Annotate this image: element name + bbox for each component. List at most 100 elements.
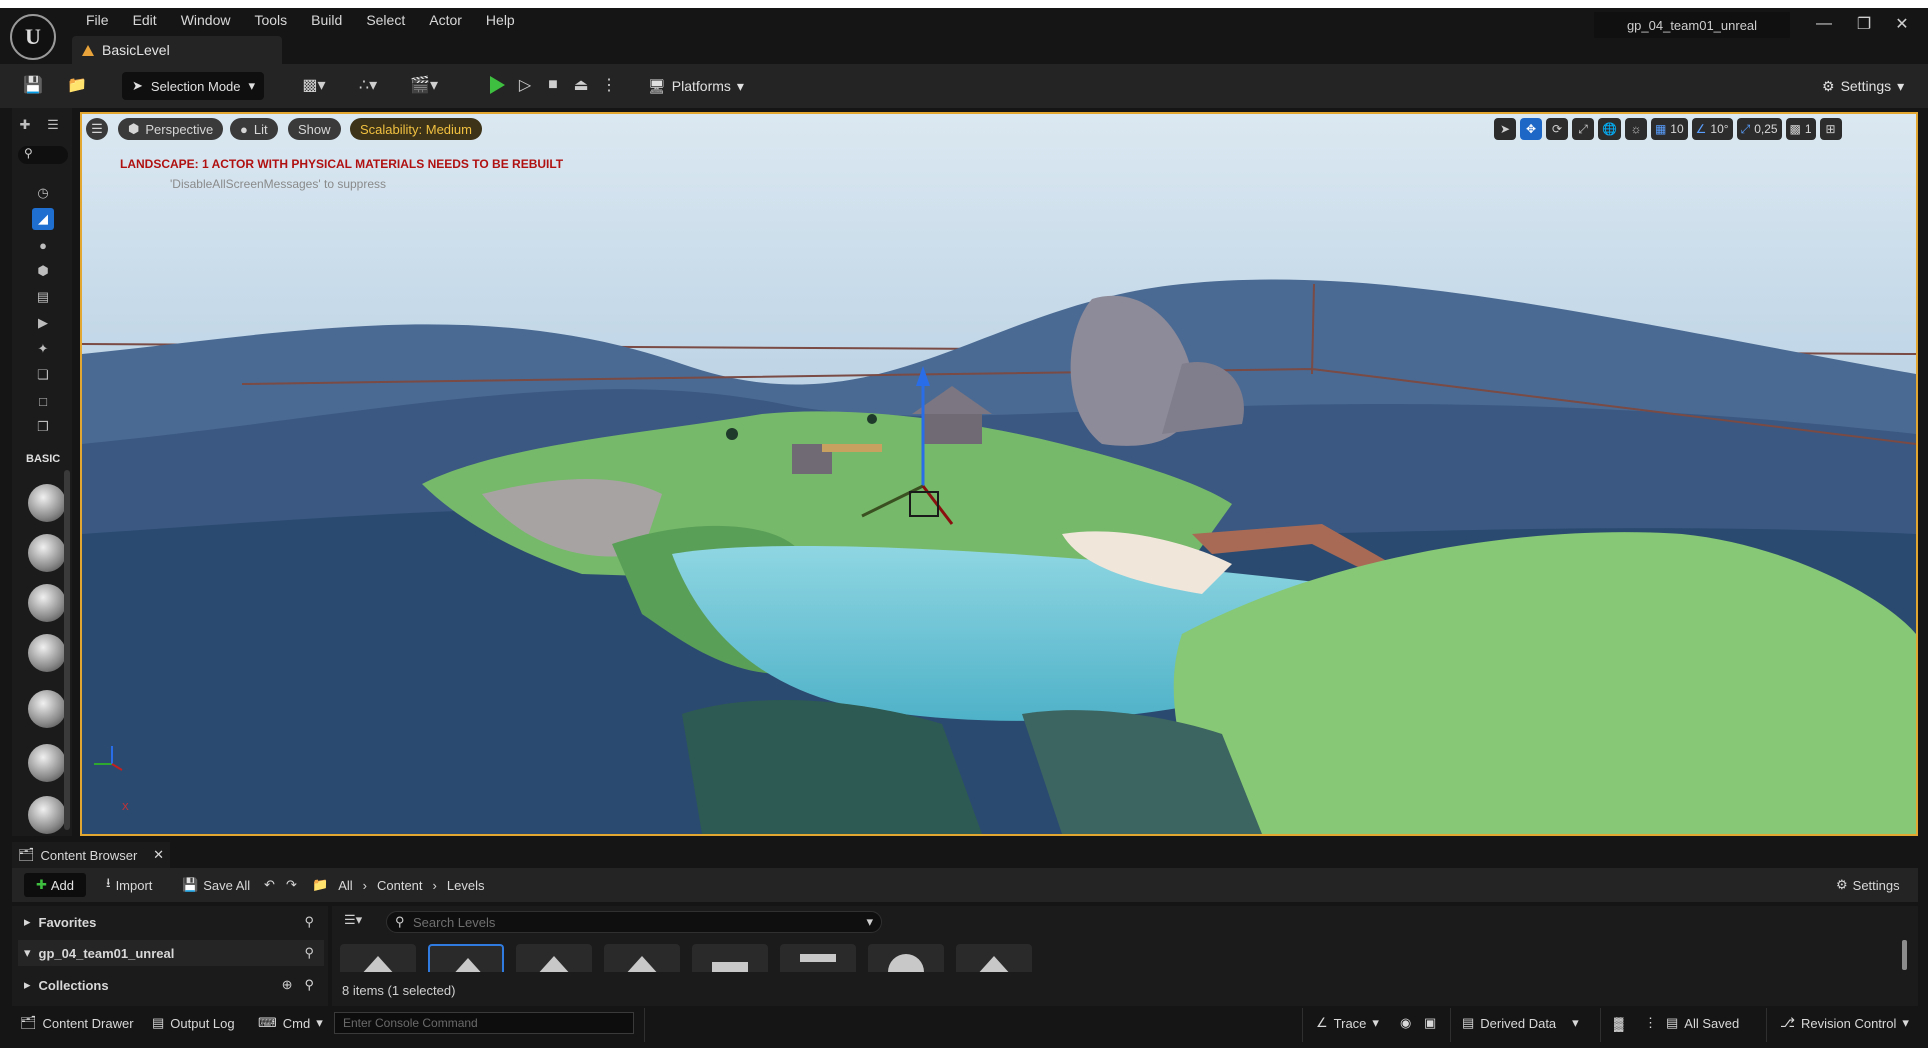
cb-settings-button[interactable]: ⚙ Settings (1836, 874, 1900, 896)
perspective-button[interactable]: ⬢ Perspective (118, 118, 224, 140)
lights-icon[interactable]: ● (32, 234, 54, 256)
breadcrumb-levels[interactable]: Levels (447, 878, 485, 893)
derived-data-dropdown[interactable]: ▤ Derived Data ▾ (1462, 1012, 1579, 1034)
cmd-dropdown[interactable]: ⌨ Cmd ▾ (258, 1012, 323, 1034)
visual-effects-icon[interactable]: ▶ (32, 312, 54, 334)
cube-icon[interactable] (28, 744, 66, 782)
world-space-icon[interactable]: 🌐 (1598, 118, 1621, 140)
screenshot-icon[interactable]: ▣ (1424, 1012, 1436, 1034)
revision-control-dropdown[interactable]: ⎇ Revision Control ▾ (1780, 1012, 1909, 1034)
menu-file[interactable]: File (74, 12, 121, 28)
save-icon[interactable]: 💾 (22, 74, 44, 96)
all-saved-button[interactable]: ▤ All Saved (1666, 1012, 1739, 1034)
level-asset[interactable] (604, 944, 680, 972)
save-all-button[interactable]: 💾 Save All (182, 874, 250, 896)
basic-category-icon[interactable]: ◢ (32, 208, 54, 230)
more-options-icon[interactable]: ⋮ (1644, 1012, 1657, 1034)
unreal-logo[interactable]: U (10, 14, 56, 60)
console-command-input[interactable]: Enter Console Command (334, 1012, 634, 1034)
list-icon[interactable]: ☰ (42, 114, 64, 136)
grid-snap-toggle[interactable]: ▦ 10 (1650, 118, 1688, 140)
scene-render[interactable] (82, 114, 1916, 834)
add-icon[interactable]: ✚ (14, 114, 36, 136)
menu-tools[interactable]: Tools (242, 12, 299, 28)
level-asset[interactable] (780, 944, 856, 972)
close-tab-icon[interactable]: ✕ (153, 847, 164, 863)
cinematics-icon[interactable]: 🎬▾ (406, 74, 442, 96)
menu-window[interactable]: Window (169, 12, 243, 28)
play-options-icon[interactable]: ⋮ (598, 74, 620, 96)
lit-button[interactable]: ● Lit (230, 118, 278, 140)
level-asset[interactable] (428, 944, 504, 972)
favorites-row[interactable]: ▸ Favorites ⚲ (18, 909, 324, 935)
surface-snap-icon[interactable]: ☼ (1624, 118, 1647, 140)
minimize-icon[interactable]: — (1806, 12, 1842, 36)
character-icon[interactable] (28, 534, 66, 572)
selection-mode-dropdown[interactable]: ➤ Selection Mode ▾ (122, 72, 264, 100)
content-icon[interactable]: 📁 (66, 74, 88, 96)
breadcrumb-all[interactable]: All (338, 878, 352, 893)
content-drawer-button[interactable]: 🗂 Content Drawer (20, 1012, 134, 1034)
menu-edit[interactable]: Edit (121, 12, 169, 28)
translate-icon[interactable]: ✥ (1520, 118, 1542, 140)
forward-icon[interactable]: ↷ (286, 874, 297, 896)
viewport-menu-icon[interactable]: ☰ (86, 118, 108, 140)
scale-snap-toggle[interactable]: ⤢ 0,25 (1736, 118, 1782, 140)
search-icon[interactable]: ⚲ (304, 945, 314, 961)
asset-view-scrollbar[interactable] (1902, 940, 1907, 970)
pawn-icon[interactable] (28, 584, 66, 622)
menu-actor[interactable]: Actor (417, 12, 474, 28)
close-window-icon[interactable]: ✕ (1884, 12, 1920, 36)
menu-select[interactable]: Select (354, 12, 417, 28)
recent-icon[interactable]: ◷ (32, 182, 54, 204)
show-button[interactable]: Show (288, 118, 341, 140)
geometry-icon[interactable]: ✦ (32, 338, 54, 360)
activity-icon[interactable]: ▓ (1614, 1012, 1623, 1034)
import-button[interactable]: ⭳ Import (106, 874, 152, 896)
search-icon[interactable]: ⚲ (18, 146, 68, 164)
level-asset[interactable] (868, 944, 944, 972)
player-start-icon[interactable] (28, 690, 66, 728)
level-asset[interactable] (956, 944, 1032, 972)
play-button[interactable] (486, 74, 508, 96)
place-actors-scrollbar[interactable] (64, 470, 70, 830)
menu-build[interactable]: Build (299, 12, 354, 28)
shapes-icon[interactable]: ⬢ (32, 260, 54, 282)
scalability-button[interactable]: Scalability: Medium (350, 118, 482, 140)
menu-help[interactable]: Help (474, 12, 527, 28)
blueprint-icon[interactable]: ∴▾ (350, 74, 386, 96)
cinematic-icon[interactable]: ▤ (32, 286, 54, 308)
level-tab[interactable]: BasicLevel (72, 36, 282, 64)
level-asset[interactable] (340, 944, 416, 972)
level-asset[interactable] (692, 944, 768, 972)
rotation-snap-toggle[interactable]: ∠ 10° (1691, 118, 1733, 140)
scale-icon[interactable]: ⤢ (1572, 118, 1594, 140)
search-icon[interactable]: ⚲ (304, 977, 314, 993)
search-levels-input[interactable]: ⚲ Search Levels ▾ (386, 911, 882, 933)
collections-row[interactable]: ▸ Collections ⊕ ⚲ (18, 972, 324, 998)
restore-icon[interactable]: ❐ (1846, 12, 1882, 36)
level-viewport[interactable] (80, 112, 1918, 836)
output-log-button[interactable]: ▤ Output Log (152, 1012, 235, 1034)
viewport-layout-icon[interactable]: ⊞ (1819, 118, 1842, 140)
search-icon[interactable]: ⚲ (304, 914, 314, 930)
filter-icon[interactable]: ☰▾ (344, 912, 362, 928)
level-asset[interactable] (516, 944, 592, 972)
settings-dropdown[interactable]: ⚙ Settings ▾ (1822, 72, 1904, 100)
select-mode-icon[interactable]: ➤ (1494, 118, 1516, 140)
record-icon[interactable]: ◉ (1400, 1012, 1411, 1034)
project-folder-row[interactable]: ▾ gp_04_team01_unreal ⚲ (18, 940, 324, 966)
add-actor-icon[interactable]: ▩▾ (296, 74, 332, 96)
add-collection-icon[interactable]: ⊕ (282, 977, 293, 993)
camera-speed-button[interactable]: ▩ 1 (1785, 118, 1816, 140)
rotate-icon[interactable]: ⟳ (1546, 118, 1568, 140)
back-icon[interactable]: ↶ (264, 874, 275, 896)
all-classes-icon[interactable]: □ (32, 390, 54, 412)
trace-dropdown[interactable]: ∠ Trace ▾ (1316, 1012, 1379, 1034)
add-button[interactable]: ✚ Add (24, 873, 86, 897)
sphere-icon[interactable] (28, 796, 66, 834)
step-icon[interactable]: ▷ (514, 74, 536, 96)
more-icon[interactable]: ❐ (32, 416, 54, 438)
platforms-dropdown[interactable]: 🖥 Platforms ▾ (648, 72, 744, 100)
point-light-icon[interactable] (28, 634, 66, 672)
